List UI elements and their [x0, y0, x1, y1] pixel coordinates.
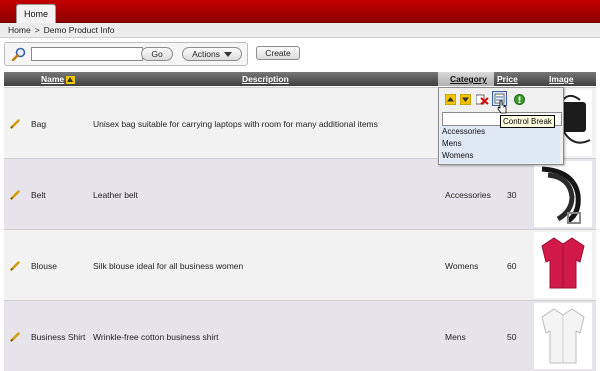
column-header-name[interactable]: Name — [41, 74, 76, 84]
edit-pencil-icon[interactable] — [10, 261, 20, 271]
go-button[interactable]: Go — [141, 47, 173, 61]
hide-column-icon[interactable] — [476, 94, 489, 105]
sort-ascending-indicator-icon — [66, 75, 76, 84]
sort-ascending-icon[interactable] — [445, 94, 456, 105]
help-icon[interactable] — [514, 94, 525, 105]
cell-name: Blouse — [31, 261, 57, 271]
belt-image — [534, 161, 592, 227]
edit-pencil-icon[interactable] — [10, 332, 20, 342]
cell-name: Bag — [31, 119, 47, 129]
column-header-price[interactable]: Price — [497, 74, 518, 84]
cell-description: Silk blouse ideal for all business women — [93, 261, 244, 271]
breadcrumb-separator: > — [34, 25, 40, 35]
cell-category: Mens — [445, 332, 466, 342]
column-header-category[interactable]: Category — [450, 74, 487, 84]
list-item[interactable]: Womens — [442, 151, 473, 160]
breadcrumb-current: Demo Product Info — [43, 25, 115, 35]
blouse-image — [534, 232, 592, 298]
chevron-down-icon — [223, 52, 232, 58]
cell-price: 60 — [507, 261, 517, 271]
search-input[interactable] — [31, 47, 143, 61]
create-button[interactable]: Create — [256, 46, 300, 60]
tooltip: Control Break — [500, 115, 555, 128]
breadcrumb: Home > Demo Product Info — [8, 25, 119, 35]
cell-name: Belt — [31, 190, 46, 200]
cell-price: 50 — [507, 332, 517, 342]
app-header: Home — [0, 0, 600, 23]
cell-category: Womens — [445, 261, 479, 271]
breadcrumb-bar: Home > Demo Product Info — [0, 23, 600, 38]
edit-pencil-icon[interactable] — [10, 190, 20, 200]
search-icon[interactable] — [11, 47, 27, 61]
cell-description: Leather belt — [93, 190, 138, 200]
cell-name: Business Shirt — [31, 332, 86, 342]
table-row: Business Shirt Wrinkle-free cotton busin… — [4, 300, 596, 371]
actions-button[interactable]: Actions — [182, 47, 242, 61]
list-item[interactable]: Mens — [442, 139, 462, 148]
tab-home[interactable]: Home — [16, 4, 56, 23]
column-header-image[interactable]: Image — [549, 74, 574, 84]
table-header: Name Description Category Price Image — [4, 72, 596, 86]
list-item[interactable]: Accessories — [442, 127, 485, 136]
table-row: Blouse Silk blouse ideal for all busines… — [4, 229, 596, 300]
breadcrumb-home-link[interactable]: Home — [8, 25, 31, 35]
cell-description: Wrinkle-free cotton business shirt — [93, 332, 219, 342]
column-header-name-label: Name — [41, 74, 65, 84]
sort-descending-icon[interactable] — [460, 94, 471, 105]
edit-pencil-icon[interactable] — [10, 119, 20, 129]
table-row: Belt Leather belt Accessories 30 — [4, 158, 596, 229]
column-header-description[interactable]: Description — [242, 74, 289, 84]
hand-cursor-icon — [497, 100, 507, 114]
cell-price: 30 — [507, 190, 517, 200]
column-values-list: Accessories Mens Womens — [440, 126, 560, 163]
actions-button-label: Actions — [192, 49, 220, 59]
cell-description: Unisex bag suitable for carrying laptops… — [93, 119, 378, 129]
search-panel: Go Actions — [4, 42, 248, 66]
cell-category: Accessories — [445, 190, 491, 200]
shirt-image — [534, 303, 592, 369]
